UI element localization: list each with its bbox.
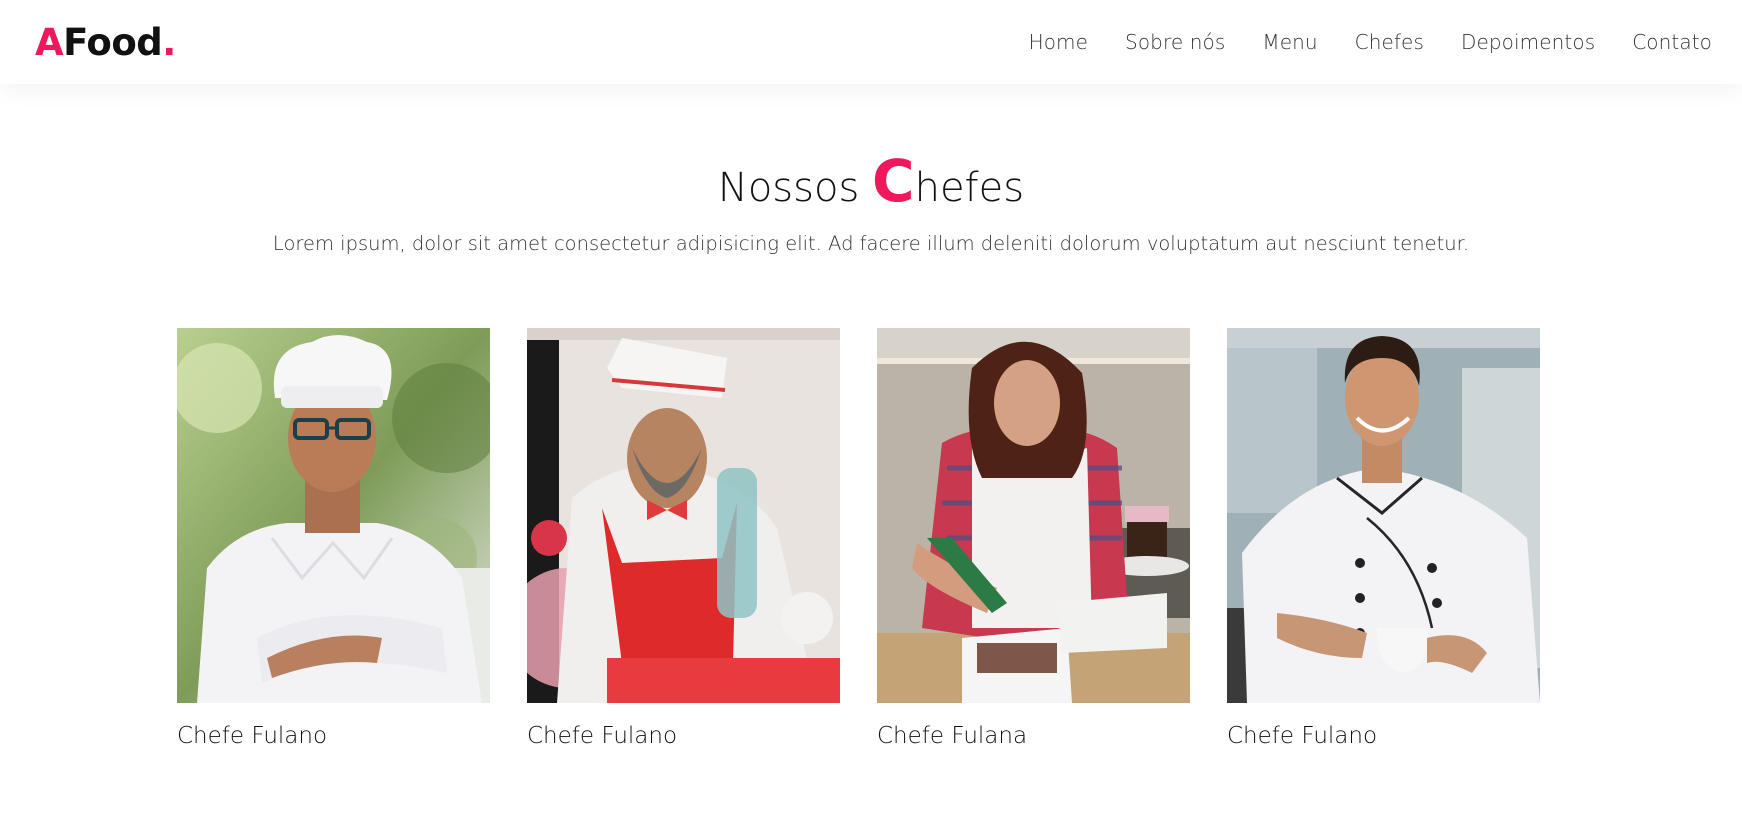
chef-card: Chefe Fulano: [1227, 328, 1540, 749]
nav-link-menu[interactable]: Menu: [1262, 30, 1317, 54]
chef-photo: [877, 328, 1190, 703]
section-title: Nossos Chefes: [0, 152, 1742, 210]
title-prefix: Nossos: [717, 165, 873, 211]
nav-links: Home Sobre nós Menu Chefes Depoimentos C…: [1029, 30, 1712, 54]
chef-photo: [527, 328, 840, 703]
nav-link-chefes[interactable]: Chefes: [1355, 30, 1424, 54]
navbar: A Food. Home Sobre nós Menu Chefes Depoim…: [0, 0, 1742, 84]
brand-name: Food: [63, 20, 163, 64]
nav-link-sobre-nos[interactable]: Sobre nós: [1125, 30, 1225, 54]
brand-logo[interactable]: A Food.: [35, 24, 176, 61]
chef-name: Chefe Fulana: [877, 723, 1028, 749]
chefs-section: Nossos Chefes Lorem ipsum, dolor sit ame…: [0, 84, 1742, 834]
chef-name: Chefe Fulano: [527, 723, 678, 749]
chef-name: Chefe Fulano: [177, 723, 328, 749]
nav-link-home[interactable]: Home: [1029, 30, 1088, 54]
title-big-letter: C: [872, 147, 915, 215]
brand-letter: A: [35, 20, 64, 64]
chef-card: Chefe Fulana: [877, 328, 1190, 749]
chef-name: Chefe Fulano: [1227, 723, 1378, 749]
nav-link-contato[interactable]: Contato: [1632, 30, 1712, 54]
chef-card: Chefe Fulano: [527, 328, 840, 749]
title-suffix: hefes: [914, 165, 1025, 211]
chef-cards: Chefe Fulano Chefe Fulano Chefe Fulana C…: [177, 328, 1540, 749]
nav-link-depoimentos[interactable]: Depoimentos: [1461, 30, 1595, 54]
chef-photo: [177, 328, 490, 703]
section-subtitle: Lorem ipsum, dolor sit amet consectetur …: [272, 232, 1470, 255]
brand-dot: .: [162, 20, 176, 64]
chef-card: Chefe Fulano: [177, 328, 490, 749]
chef-photo: [1227, 328, 1540, 703]
